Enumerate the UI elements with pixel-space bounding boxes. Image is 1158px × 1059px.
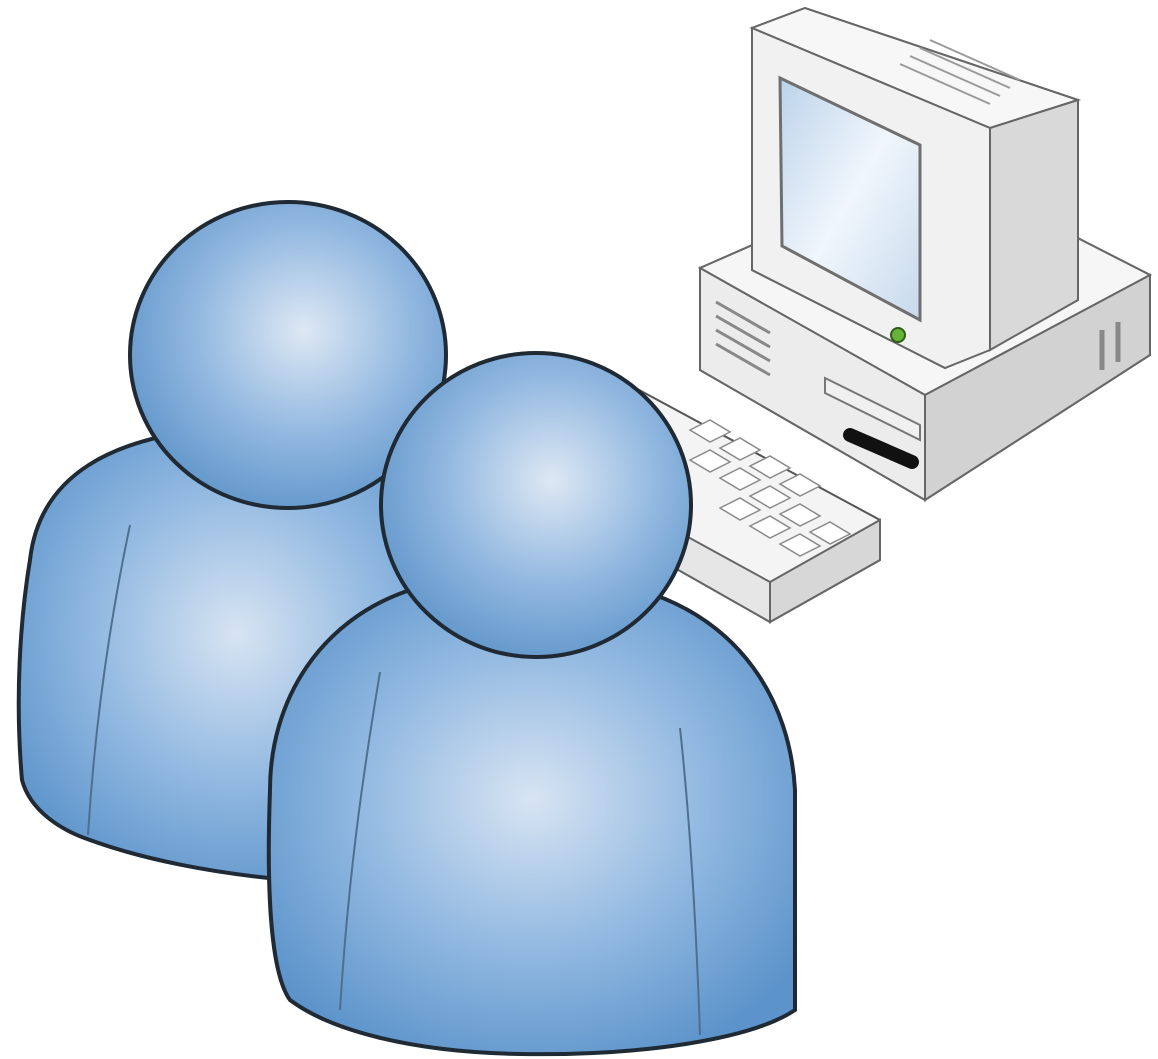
desktop-computer-icon <box>697 6 1153 502</box>
users-and-computer-illustration <box>16 6 1153 1057</box>
